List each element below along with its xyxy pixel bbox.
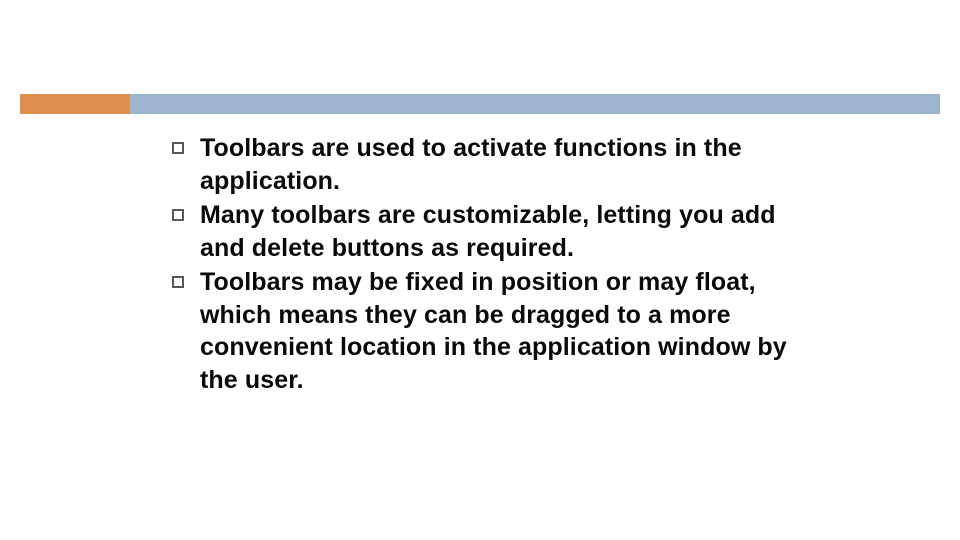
- header-bar-blue: [20, 94, 940, 114]
- list-item-text: Many toolbars are customizable, letting …: [200, 199, 800, 264]
- list-item: Toolbars may be fixed in position or may…: [172, 266, 800, 396]
- header-bar-orange-accent: [20, 94, 130, 114]
- bullet-list: Toolbars are used to activate functions …: [172, 132, 800, 398]
- list-item: Many toolbars are customizable, letting …: [172, 199, 800, 264]
- square-bullet-icon: [172, 142, 184, 154]
- slide: Toolbars are used to activate functions …: [0, 0, 960, 540]
- square-bullet-icon: [172, 209, 184, 221]
- square-bullet-icon: [172, 276, 184, 288]
- list-item-text: Toolbars may be fixed in position or may…: [200, 266, 800, 396]
- list-item: Toolbars are used to activate functions …: [172, 132, 800, 197]
- list-item-text: Toolbars are used to activate functions …: [200, 132, 800, 197]
